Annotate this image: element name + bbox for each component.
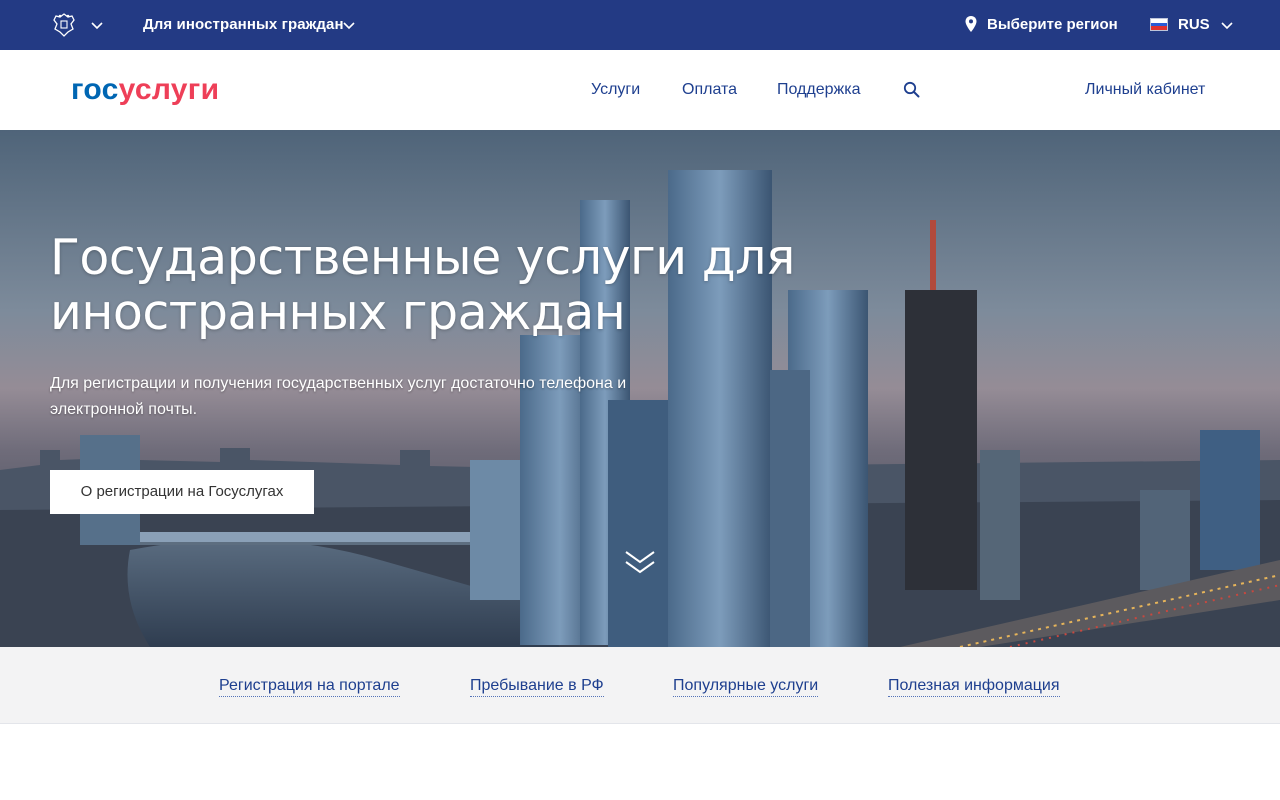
search-icon[interactable]	[903, 81, 920, 98]
main-header: госуслуги Услуги Оплата Поддержка Личный…	[0, 50, 1280, 130]
russian-flag-icon[interactable]	[1150, 18, 1168, 31]
gosuslugi-logo[interactable]: госуслуги	[71, 72, 219, 108]
subnav-stay-in-russia[interactable]: Пребывание в РФ	[470, 676, 604, 697]
chevron-down-icon[interactable]	[90, 18, 104, 32]
hero-banner: Государственные услуги для иностранных г…	[0, 130, 1280, 647]
language-selector[interactable]: RUS	[1178, 15, 1210, 35]
location-pin-icon[interactable]	[964, 15, 978, 33]
logo-part-gos: гос	[71, 73, 119, 106]
nav-services[interactable]: Услуги	[591, 80, 640, 100]
subnav-registration[interactable]: Регистрация на портале	[219, 676, 400, 697]
hero-title: Государственные услуги для иностранных г…	[50, 229, 795, 341]
region-selector[interactable]: Выберите регион	[987, 15, 1118, 35]
personal-account-link[interactable]: Личный кабинет	[1085, 80, 1205, 100]
logo-part-uslugi: услуги	[118, 73, 220, 106]
top-bar: Для иностранных граждан Выберите регион …	[0, 0, 1280, 50]
double-chevron-down-icon[interactable]	[624, 548, 656, 576]
coat-of-arms-icon[interactable]	[50, 11, 78, 39]
subnav-useful-info[interactable]: Полезная информация	[888, 676, 1060, 697]
hero-subtitle: Для регистрации и получения государствен…	[50, 375, 627, 418]
nav-support[interactable]: Поддержка	[777, 80, 860, 100]
chevron-down-icon[interactable]	[342, 18, 356, 32]
registration-info-button[interactable]: О регистрации на Госуслугах	[50, 470, 314, 514]
section-navigation: Регистрация на портале Пребывание в РФ П…	[0, 647, 1280, 724]
chevron-down-icon[interactable]	[1220, 18, 1234, 32]
audience-selector[interactable]: Для иностранных граждан	[143, 15, 344, 35]
nav-payment[interactable]: Оплата	[682, 80, 737, 100]
subnav-popular-services[interactable]: Популярные услуги	[673, 676, 819, 697]
